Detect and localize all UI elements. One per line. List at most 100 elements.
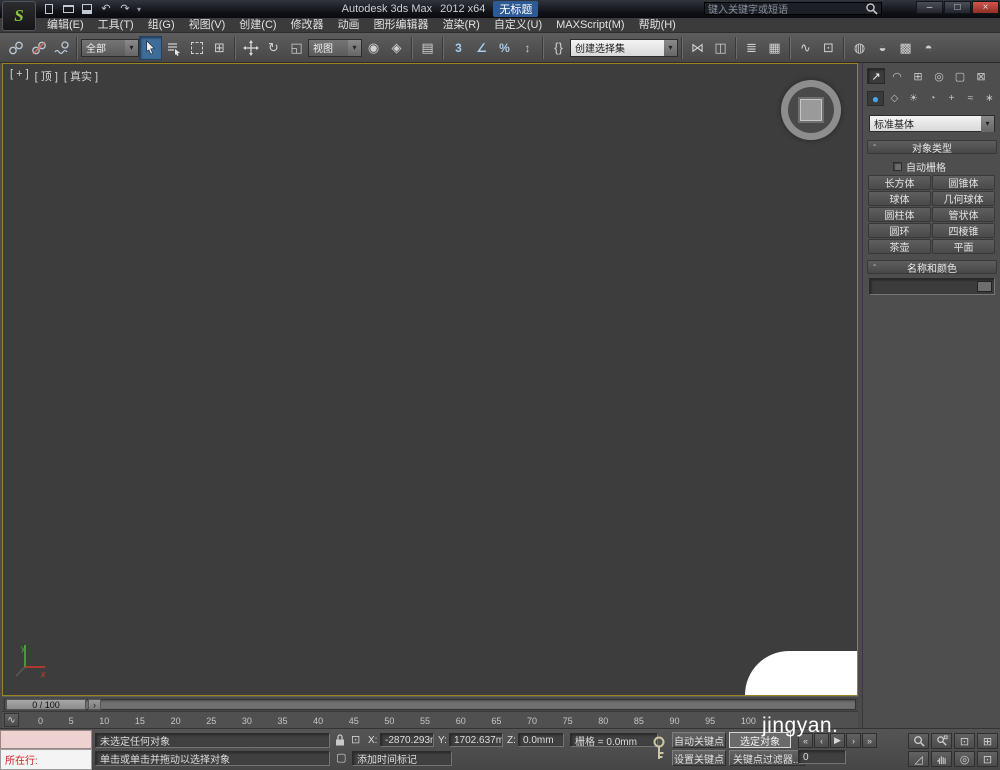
material-editor-icon[interactable]: ◍: [848, 36, 871, 60]
reference-coordinate-dropdown[interactable]: 视图 ▾: [308, 38, 362, 57]
align-icon[interactable]: ◫: [709, 36, 732, 60]
curve-editor-icon[interactable]: ∿: [794, 36, 817, 60]
select-and-link-icon[interactable]: [4, 36, 27, 60]
select-and-scale-icon[interactable]: ◱: [285, 36, 308, 60]
autogrid-checkbox[interactable]: [893, 162, 902, 171]
category-spacewarps-icon[interactable]: ≈: [962, 91, 979, 106]
window-crossing-toggle-icon[interactable]: ⊞: [208, 36, 231, 60]
menu-edit[interactable]: 编辑(E): [40, 18, 91, 33]
go-to-end-button[interactable]: »: [862, 733, 877, 748]
plane-button[interactable]: 平面: [932, 239, 995, 254]
layer-manager-icon[interactable]: ≣: [740, 36, 763, 60]
save-button[interactable]: [80, 3, 94, 16]
select-and-manipulate-icon[interactable]: ◈: [385, 36, 408, 60]
rendered-frame-window-icon[interactable]: ▩: [894, 36, 917, 60]
add-time-tag-field[interactable]: 添加时间标记: [352, 751, 452, 766]
tab-create-icon[interactable]: ↗: [867, 68, 885, 84]
redo-button[interactable]: ↷: [118, 3, 132, 16]
category-cameras-icon[interactable]: ◔: [924, 91, 941, 106]
macro-recorder-pane[interactable]: [0, 730, 92, 749]
auto-key-button[interactable]: 自动关键点: [672, 732, 726, 748]
select-and-move-icon[interactable]: [239, 36, 262, 60]
use-pivot-center-icon[interactable]: ◉: [362, 36, 385, 60]
cone-button[interactable]: 圆锥体: [932, 175, 995, 190]
quick-access-caret-icon[interactable]: ▾: [137, 5, 141, 14]
undo-button[interactable]: ↶: [99, 3, 113, 16]
application-menu-button[interactable]: S: [2, 1, 36, 31]
menu-group[interactable]: 组(G): [141, 18, 182, 33]
tab-modify-icon[interactable]: ◠: [888, 68, 906, 84]
time-slider-track[interactable]: [4, 699, 856, 710]
rollout-object-type[interactable]: - 对象类型: [867, 140, 997, 155]
viewport-general-menu[interactable]: [ + ]: [10, 68, 29, 84]
viewport-top[interactable]: [ + ] [ 顶 ] [ 真实 ] y x: [2, 63, 858, 696]
select-object-button[interactable]: [139, 35, 162, 60]
y-coordinate-field[interactable]: 1702.637m: [449, 733, 503, 747]
graphite-ribbon-icon[interactable]: ▦: [763, 36, 786, 60]
selection-filter-dropdown[interactable]: 全部 ▾: [81, 38, 139, 57]
angle-snap-icon[interactable]: ∠: [470, 36, 493, 60]
absolute-offset-toggle-icon[interactable]: ⊡: [351, 733, 360, 746]
torus-button[interactable]: 圆环: [868, 223, 931, 238]
tab-display-icon[interactable]: ▢: [951, 68, 969, 84]
unlink-selection-icon[interactable]: [27, 36, 50, 60]
isolate-toggle-icon[interactable]: ▢: [336, 751, 346, 764]
cylinder-button[interactable]: 圆柱体: [868, 207, 931, 222]
field-of-view-icon[interactable]: ◿: [908, 751, 929, 767]
pan-icon[interactable]: [931, 751, 952, 767]
set-key-button[interactable]: 设置关键点: [672, 750, 726, 766]
viewcube[interactable]: [781, 80, 841, 140]
menu-modifiers[interactable]: 修改器: [284, 18, 331, 33]
z-coordinate-field[interactable]: 0.0mm: [518, 733, 564, 747]
current-frame-field[interactable]: 0: [798, 750, 846, 764]
category-helpers-icon[interactable]: +: [943, 91, 960, 106]
x-coordinate-field[interactable]: -2870.293m: [380, 733, 434, 747]
mini-curve-editor-button[interactable]: ∿: [4, 713, 19, 727]
menu-customize[interactable]: 自定义(U): [487, 18, 549, 33]
key-filters-button[interactable]: 关键点过滤器...: [729, 750, 805, 766]
selection-lock-button[interactable]: [334, 733, 346, 747]
new-file-button[interactable]: [42, 3, 56, 16]
minimize-button[interactable]: –: [916, 1, 943, 14]
tube-button[interactable]: 管状体: [932, 207, 995, 222]
rollout-name-color[interactable]: - 名称和颜色: [867, 260, 997, 275]
maxscript-mini-listener[interactable]: 所在行:: [0, 749, 92, 770]
next-frame-button[interactable]: ›: [846, 733, 861, 748]
snap-toggle-3d-icon[interactable]: 3: [447, 36, 470, 60]
next-frame-nub[interactable]: ›: [88, 699, 101, 710]
set-keys-button[interactable]: [650, 735, 668, 763]
pyramid-button[interactable]: 四棱锥: [932, 223, 995, 238]
tab-hierarchy-icon[interactable]: ⊞: [909, 68, 927, 84]
tab-utilities-icon[interactable]: ⊠: [972, 68, 990, 84]
zoom-all-icon[interactable]: [931, 733, 952, 749]
box-button[interactable]: 长方体: [868, 175, 931, 190]
select-and-rotate-icon[interactable]: ↻: [262, 36, 285, 60]
menu-help[interactable]: 帮助(H): [632, 18, 683, 33]
schematic-view-icon[interactable]: ⊡: [817, 36, 840, 60]
category-systems-icon[interactable]: ∗: [981, 91, 998, 106]
render-setup-icon[interactable]: ◒: [871, 36, 894, 60]
category-lights-icon[interactable]: ☀: [905, 91, 922, 106]
percent-snap-icon[interactable]: %: [493, 36, 516, 60]
render-production-icon[interactable]: ◓: [917, 36, 940, 60]
zoom-icon[interactable]: [908, 733, 929, 749]
close-button[interactable]: ×: [972, 1, 999, 14]
menu-maxscript[interactable]: MAXScript(M): [549, 18, 631, 33]
time-slider-handle[interactable]: 0 / 100: [6, 699, 86, 710]
keyboard-shortcut-override-icon[interactable]: ▤: [416, 36, 439, 60]
spinner-snap-icon[interactable]: ↕: [516, 36, 539, 60]
category-shapes-icon[interactable]: ◇: [886, 91, 903, 106]
menu-graph-editors[interactable]: 图形编辑器: [367, 18, 436, 33]
select-by-name-icon[interactable]: [162, 36, 185, 60]
geosphere-button[interactable]: 几何球体: [932, 191, 995, 206]
zoom-extents-all-icon[interactable]: ⊞: [977, 733, 998, 749]
orbit-icon[interactable]: ◎: [954, 751, 975, 767]
object-color-swatch[interactable]: [977, 281, 992, 292]
zoom-extents-icon[interactable]: ⊡: [954, 733, 975, 749]
open-file-button[interactable]: [61, 3, 75, 16]
category-geometry-icon[interactable]: ●: [867, 91, 884, 106]
mirror-icon[interactable]: ⋈: [686, 36, 709, 60]
menu-create[interactable]: 创建(C): [232, 18, 283, 33]
menu-views[interactable]: 视图(V): [182, 18, 233, 33]
menu-tools[interactable]: 工具(T): [91, 18, 141, 33]
